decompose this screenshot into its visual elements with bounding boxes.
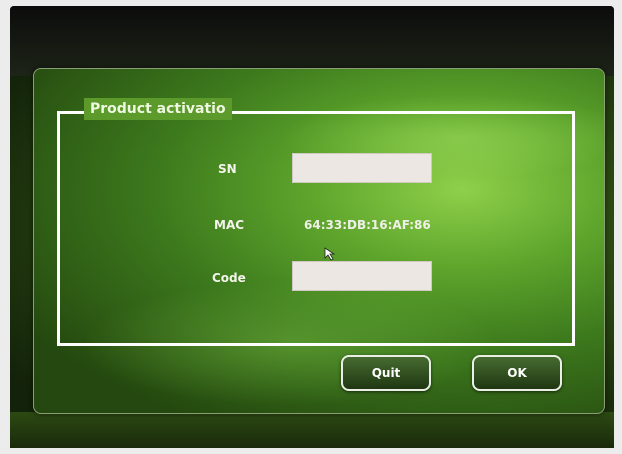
quit-button[interactable]: Quit	[341, 355, 431, 391]
screen-bottom-area	[10, 412, 614, 448]
screen-top-dark-area	[10, 6, 614, 76]
sn-input[interactable]	[292, 153, 432, 183]
groupbox-title: Product activatio	[84, 98, 232, 120]
code-input[interactable]	[292, 261, 432, 291]
sn-label: SN	[218, 162, 237, 176]
ok-button[interactable]: OK	[472, 355, 562, 391]
code-label: Code	[212, 271, 246, 285]
arrow-cursor-icon	[324, 246, 336, 265]
mac-value: 64:33:DB:16:AF:86	[304, 218, 431, 232]
mac-label: MAC	[214, 218, 245, 232]
